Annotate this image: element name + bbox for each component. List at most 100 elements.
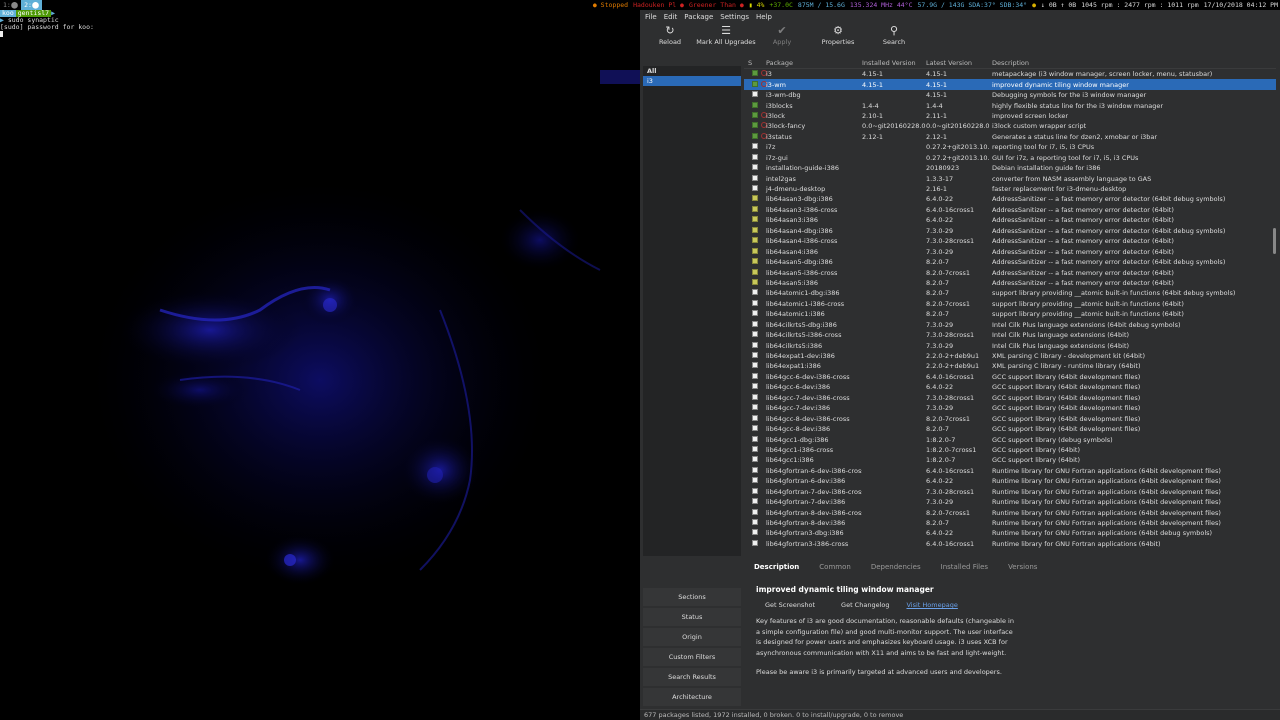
tab-versions[interactable]: Versions: [998, 560, 1047, 575]
tab-installed-files[interactable]: Installed Files: [931, 560, 998, 575]
package-checkbox[interactable]: [752, 539, 758, 546]
table-row[interactable]: lib64atomic1-dbg:i386 8.2.0-7 support libr…: [744, 288, 1276, 298]
package-checkbox[interactable]: [752, 143, 758, 150]
workspace-1[interactable]: 1:⬤: [0, 0, 21, 10]
table-row[interactable]: lib64gcc-8-dev:i386 8.2.0-7 GCC support li…: [744, 424, 1276, 434]
row-status-cell[interactable]: [744, 258, 762, 266]
package-checkbox[interactable]: [752, 258, 758, 265]
table-row[interactable]: installation-guide-i386 20180923 Debian in…: [744, 163, 1276, 173]
table-row[interactable]: lib64asan4-i386-cross 7.3.0-28cross1 Addre…: [744, 236, 1276, 246]
package-checkbox[interactable]: [752, 299, 758, 306]
table-row[interactable]: lib64gfortran-6-dev:i386 6.4.0-22 Runtime …: [744, 476, 1276, 486]
tab-description[interactable]: Description: [744, 560, 809, 575]
package-checkbox[interactable]: [752, 278, 758, 285]
table-row[interactable]: lib64cilkrts5:i386 7.3.0-29 Intel Cilk Plu…: [744, 340, 1276, 350]
table-row[interactable]: lib64gcc1:i386 1:8.2.0-7 GCC support libra…: [744, 455, 1276, 465]
table-row[interactable]: lib64cilkrts5-dbg:i386 7.3.0-29 Intel Cilk…: [744, 320, 1276, 330]
terminal-window[interactable]: koo gentisl7 ▶ ▶ sudo synaptic [sudo] pass…: [0, 10, 640, 720]
package-checkbox[interactable]: [752, 508, 758, 515]
package-checkbox[interactable]: [752, 237, 758, 244]
table-row[interactable]: lib64atomic1:i386 8.2.0-7 support library …: [744, 309, 1276, 319]
package-checkbox[interactable]: [752, 498, 758, 505]
menu-edit[interactable]: Edit: [664, 13, 678, 21]
package-checkbox[interactable]: [752, 164, 758, 171]
table-row[interactable]: lib64gfortran-6-dev-i386-cross 6.4.0-16cr…: [744, 466, 1276, 476]
package-checkbox[interactable]: [752, 393, 758, 400]
package-checkbox[interactable]: [752, 519, 758, 526]
row-status-cell[interactable]: [744, 477, 762, 485]
package-checkbox[interactable]: [752, 70, 758, 77]
table-row[interactable]: lib64gfortran-7-dev-i386-cross 7.3.0-28cr…: [744, 487, 1276, 497]
row-status-cell[interactable]: [744, 278, 762, 287]
table-row[interactable]: lib64asan3-i386-cross 6.4.0-16cross1 Addre…: [744, 205, 1276, 215]
row-status-cell[interactable]: [744, 445, 762, 454]
row-status-cell[interactable]: [744, 289, 762, 297]
menu-file[interactable]: File: [645, 13, 657, 21]
row-status-cell[interactable]: [744, 70, 767, 78]
table-row[interactable]: i3blocks 1.4-4 1.4-4 highly flexible status…: [744, 100, 1276, 110]
table-row[interactable]: lib64expat1-dev:i386 2.2.0-2+deb9u1 XML pa…: [744, 351, 1276, 361]
row-status-cell[interactable]: [744, 205, 762, 214]
table-row[interactable]: lib64asan5-i386-cross 8.2.0-7cross1 Addres…: [744, 267, 1276, 277]
reload-button[interactable]: ↻ Reload: [648, 23, 692, 47]
row-status-cell[interactable]: [744, 539, 762, 548]
row-status-cell[interactable]: [744, 132, 767, 141]
table-row[interactable]: lib64gfortran3-i386-cross 6.4.0-16cross1 R…: [744, 539, 1276, 549]
row-status-cell[interactable]: [744, 247, 762, 256]
row-status-cell[interactable]: [744, 341, 762, 350]
package-checkbox[interactable]: [752, 414, 758, 421]
apply-button[interactable]: ✔ Apply: [760, 23, 804, 47]
table-row[interactable]: lib64gcc-6-dev-i386-cross 6.4.0-16cross1 G…: [744, 372, 1276, 382]
package-checkbox[interactable]: [752, 466, 758, 473]
package-checkbox[interactable]: [752, 195, 758, 202]
package-checkbox[interactable]: [752, 362, 758, 369]
package-checkbox[interactable]: [752, 404, 758, 411]
table-row[interactable]: lib64gfortran-8-dev:i386 8.2.0-7 Runtime l…: [744, 518, 1276, 528]
column-header-status[interactable]: S: [744, 59, 762, 67]
mark-all-upgrades-button[interactable]: ☰ Mark All Upgrades: [696, 23, 755, 47]
tab-dependencies[interactable]: Dependencies: [861, 560, 931, 575]
row-status-cell[interactable]: [744, 352, 762, 360]
row-status-cell[interactable]: [744, 122, 767, 130]
package-checkbox[interactable]: [752, 216, 758, 223]
table-row[interactable]: i7z 0.27.2+git2013.10. reporting tool for …: [744, 142, 1276, 152]
column-header-description[interactable]: Description: [992, 59, 1276, 67]
table-row[interactable]: lib64gcc-8-dev-i386-cross 8.2.0-7cross1 GC…: [744, 413, 1276, 423]
table-row[interactable]: lib64gcc1-i386-cross 1:8.2.0-7cross1 GCC s…: [744, 445, 1276, 455]
package-checkbox[interactable]: [752, 205, 758, 212]
column-header-latest[interactable]: Latest Version: [926, 59, 992, 67]
table-row[interactable]: i3 4.15-1 4.15-1 metapackage (i3 window man…: [744, 69, 1276, 79]
section-button-custom-filters[interactable]: Custom Filters: [643, 648, 741, 666]
tab-common[interactable]: Common: [809, 560, 861, 575]
table-row[interactable]: lib64expat1:i386 2.2.0-2+deb9u1 XML parsin…: [744, 361, 1276, 371]
package-checkbox[interactable]: [752, 132, 758, 139]
table-row[interactable]: j4-dmenu-desktop 2.16-1 faster replacement…: [744, 184, 1276, 194]
row-status-cell[interactable]: [744, 91, 762, 99]
row-status-cell[interactable]: [744, 101, 762, 110]
package-checkbox[interactable]: [752, 247, 758, 254]
package-checkbox[interactable]: [752, 289, 758, 296]
row-status-cell[interactable]: [744, 435, 762, 444]
table-row[interactable]: lib64gcc-6-dev:i386 6.4.0-22 GCC support l…: [744, 382, 1276, 392]
column-header-installed[interactable]: Installed Version: [862, 59, 926, 67]
section-button-status[interactable]: Status: [643, 608, 741, 626]
row-status-cell[interactable]: [744, 153, 762, 162]
package-checkbox[interactable]: [752, 435, 758, 442]
table-row[interactable]: lib64asan3:i386 6.4.0-22 AddressSanitizer …: [744, 215, 1276, 225]
table-row[interactable]: lib64asan5-dbg:i386 8.2.0-7 AddressSanitiz…: [744, 257, 1276, 267]
section-button-search-results[interactable]: Search Results: [643, 668, 741, 686]
row-status-cell[interactable]: [744, 164, 762, 172]
table-row[interactable]: i3status 2.12-1 2.12-1 Generates a status l…: [744, 132, 1276, 142]
package-checkbox[interactable]: [752, 352, 758, 359]
table-row[interactable]: i3-wm-dbg 4.15-1 Debugging symbols for the…: [744, 90, 1276, 100]
row-status-cell[interactable]: [744, 310, 762, 318]
table-row[interactable]: lib64gcc-7-dev:i386 7.3.0-29 GCC support l…: [744, 403, 1276, 413]
table-row[interactable]: i3-wm 4.15-1 4.15-1 improved dynamic tiling…: [744, 79, 1276, 90]
row-status-cell[interactable]: [744, 404, 762, 412]
workspace-2[interactable]: 2:⬤: [21, 0, 43, 10]
row-status-cell[interactable]: [744, 519, 762, 527]
package-checkbox[interactable]: [752, 341, 758, 348]
menu-help[interactable]: Help: [756, 13, 772, 21]
row-status-cell[interactable]: [744, 216, 762, 224]
section-button-origin[interactable]: Origin: [643, 628, 741, 646]
